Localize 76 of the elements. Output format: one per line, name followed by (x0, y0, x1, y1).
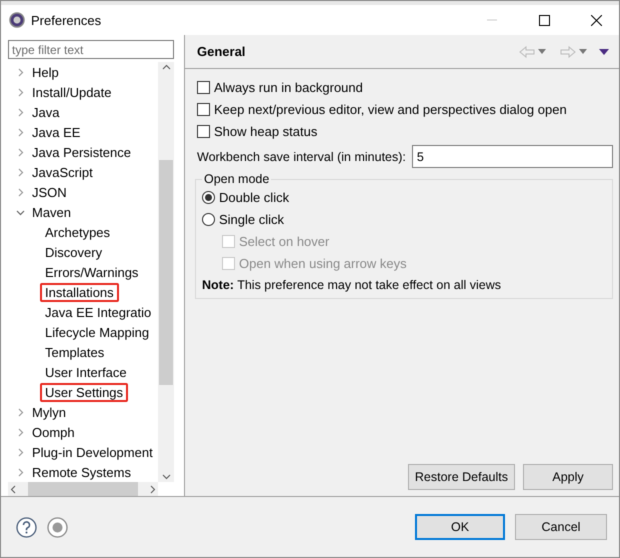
tree-item[interactable]: JavaScript (32, 164, 93, 180)
tree-item[interactable]: Oomph (32, 424, 75, 440)
chevron-right-icon[interactable] (16, 148, 25, 156)
tree-item[interactable]: Discovery (40, 242, 108, 262)
note-text: Note: This preference may not take effect on all views (202, 278, 502, 292)
tree-item[interactable]: JSON (32, 184, 67, 200)
tree-item[interactable]: Lifecycle Mapping (40, 322, 154, 342)
apply-button[interactable]: Apply (523, 464, 613, 490)
chevron-right-icon[interactable] (16, 188, 25, 196)
dropdown-caret-icon[interactable] (579, 49, 587, 54)
checkbox-option[interactable]: Show heap status (197, 120, 613, 142)
dropdown-caret-icon[interactable] (538, 49, 546, 54)
vertical-scrollbar[interactable] (158, 62, 174, 482)
radio-label: Double click (219, 190, 290, 204)
checkbox-label: Select on hover (239, 234, 330, 248)
interval-field[interactable]: 5 (412, 145, 613, 168)
record-icon[interactable] (47, 516, 68, 538)
ok-button[interactable]: OK (415, 514, 505, 540)
checkbox-label: Show heap status (214, 124, 318, 138)
checkbox-label: Always run in background (214, 80, 363, 94)
restore-defaults-button[interactable]: Restore Defaults (408, 464, 515, 490)
chevron-right-icon[interactable] (16, 88, 25, 96)
tree-item[interactable]: User Interface (40, 362, 132, 382)
window-title: Preferences (31, 12, 102, 28)
help-icon[interactable] (16, 516, 37, 538)
view-menu-icon[interactable] (599, 48, 609, 54)
radio-button[interactable] (202, 212, 215, 226)
chevron-right-icon[interactable] (16, 468, 25, 476)
page-title: General (197, 44, 246, 59)
scroll-left-icon[interactable] (10, 484, 16, 494)
checkbox-label: Open when using arrow keys (239, 256, 407, 270)
scroll-right-icon[interactable] (150, 484, 156, 494)
tree-item[interactable]: Errors/Warnings (40, 262, 144, 282)
tree-item[interactable]: Java (32, 104, 60, 120)
tree-item[interactable]: Mylyn (32, 404, 66, 420)
checkbox-option[interactable]: Always run in background (197, 76, 613, 98)
tree-item[interactable]: Help (32, 64, 59, 80)
tree-item[interactable]: Java EE (32, 124, 80, 140)
tree-item[interactable]: Java EE Integratio (40, 302, 156, 322)
radio-label: Single click (219, 212, 284, 226)
chevron-right-icon[interactable] (16, 68, 25, 76)
horizontal-scrollbar[interactable] (8, 482, 158, 496)
scroll-up-icon[interactable] (162, 64, 170, 70)
forward-arrow-icon[interactable] (560, 46, 576, 58)
tree-item[interactable]: Archetypes (40, 222, 116, 242)
checkbox[interactable] (197, 124, 210, 138)
tree-item[interactable]: Templates (40, 342, 110, 362)
checkbox[interactable] (197, 102, 210, 116)
tree-item[interactable]: User Settings (40, 382, 128, 402)
checkbox[interactable] (197, 80, 210, 94)
chevron-down-icon[interactable] (16, 208, 25, 216)
checkbox-label: Keep next/previous editor, view and perspectives dialog open (214, 102, 567, 116)
back-arrow-icon[interactable] (519, 46, 535, 58)
tree-item[interactable]: Install/Update (32, 84, 112, 100)
tree-item[interactable]: Remote Systems (32, 464, 131, 480)
minimize-icon[interactable] (487, 19, 497, 21)
group-title: Open mode (203, 172, 270, 186)
tree-item[interactable]: Java Persistence (32, 144, 131, 160)
cancel-button[interactable]: Cancel (515, 514, 607, 540)
app-icon (9, 12, 25, 28)
scroll-down-icon[interactable] (162, 474, 170, 480)
radio-button[interactable] (202, 190, 215, 204)
chevron-right-icon[interactable] (16, 168, 25, 176)
close-icon[interactable] (590, 14, 602, 26)
filter-field[interactable]: type filter text (8, 40, 174, 59)
tree-item[interactable]: Installations (40, 282, 119, 302)
chevron-right-icon[interactable] (16, 448, 25, 456)
tree-item[interactable]: Plug-in Development (32, 444, 153, 460)
chevron-right-icon[interactable] (16, 408, 25, 416)
maximize-icon[interactable] (538, 14, 550, 26)
chevron-right-icon[interactable] (16, 108, 25, 116)
interval-label: Workbench save interval (in minutes): (197, 150, 406, 164)
chevron-right-icon[interactable] (16, 128, 25, 136)
chevron-right-icon[interactable] (16, 428, 25, 436)
tree-item[interactable]: Maven (32, 204, 72, 220)
checkbox-option[interactable]: Keep next/previous editor, view and perspectives dialog open (197, 98, 613, 120)
